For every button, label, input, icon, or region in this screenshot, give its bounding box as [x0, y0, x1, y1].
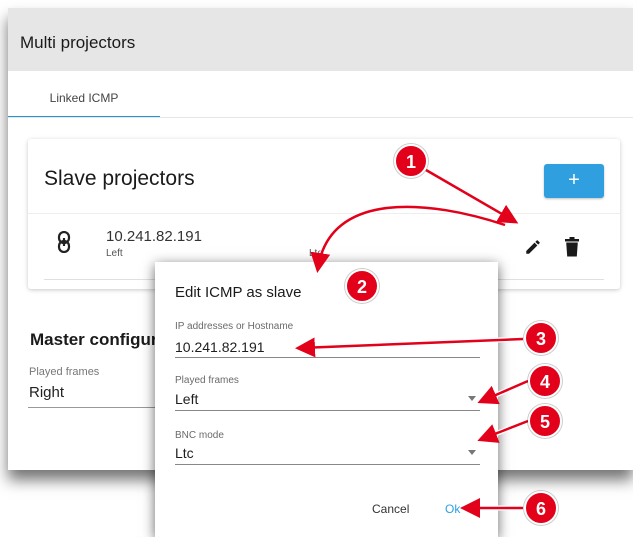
callout-badge: 5: [528, 404, 562, 438]
callout-badge: 1: [394, 144, 428, 178]
tabs-divider: [8, 117, 633, 118]
divider: [28, 213, 620, 214]
played-frames-select[interactable]: Left: [175, 391, 198, 407]
slave-played-frames: Left: [106, 248, 123, 259]
slave-ip: 10.241.82.191: [106, 228, 202, 245]
master-played-frames-select[interactable]: Right: [29, 384, 64, 401]
callout-badge: 6: [524, 491, 558, 525]
callout-badge: 3: [524, 321, 558, 355]
tab-linked-icmp[interactable]: Linked ICMP: [8, 82, 160, 118]
ok-button[interactable]: Ok: [445, 502, 460, 516]
slave-bnc-mode: Ltc: [309, 248, 323, 259]
trash-icon[interactable]: [564, 237, 580, 257]
dialog-title: Edit ICMP as slave: [175, 284, 302, 301]
master-played-frames-label: Played frames: [29, 366, 100, 378]
page-title: Multi projectors: [20, 33, 136, 52]
frames-field-label: Played frames: [175, 375, 239, 386]
callout-badge: 4: [528, 364, 562, 398]
chevron-down-icon[interactable]: [468, 450, 476, 455]
link-icon: [57, 231, 71, 253]
ip-field[interactable]: 10.241.82.191: [175, 339, 265, 355]
edit-icmp-dialog: Edit ICMP as slave IP addresses or Hostn…: [155, 262, 498, 537]
chevron-down-icon[interactable]: [468, 396, 476, 401]
pencil-icon[interactable]: [524, 238, 542, 256]
bnc-mode-select[interactable]: Ltc: [175, 445, 194, 461]
bnc-field-label: BNC mode: [175, 430, 224, 441]
card-title: Slave projectors: [44, 167, 195, 190]
cancel-button[interactable]: Cancel: [372, 502, 409, 516]
field-underline: [175, 410, 480, 411]
add-slave-button[interactable]: +: [544, 164, 604, 198]
field-underline: [175, 357, 480, 358]
app-header: Multi projectors: [8, 8, 633, 71]
field-underline: [28, 407, 158, 408]
field-underline: [175, 464, 480, 465]
callout-badge: 2: [345, 269, 379, 303]
master-config-title: Master configur: [30, 330, 158, 349]
ip-field-label: IP addresses or Hostname: [175, 321, 294, 332]
